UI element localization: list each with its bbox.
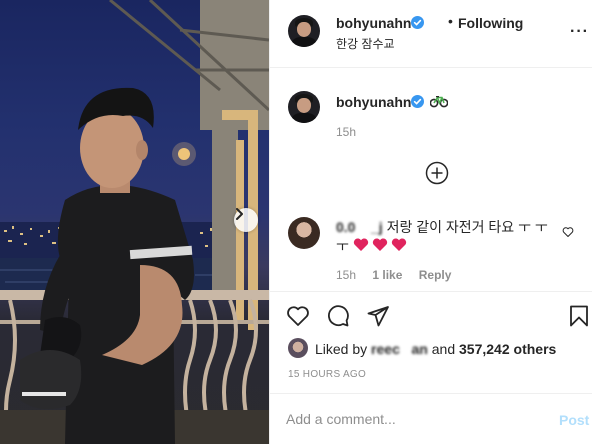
post-button[interactable]: Post: [559, 412, 589, 428]
avatar[interactable]: [288, 15, 320, 47]
likes-count[interactable]: 357,242 others: [459, 341, 556, 357]
action-bar: Liked by reec an and 357,242 others: [270, 291, 592, 371]
following-button[interactable]: Following: [458, 15, 523, 31]
verified-badge-icon: [411, 95, 424, 108]
photo-scene: [0, 0, 269, 444]
caption-avatar[interactable]: [288, 91, 320, 123]
liked-by-and: and: [427, 341, 460, 357]
commenter-username[interactable]: 0.0 _j: [336, 219, 383, 235]
red-heart-emoji: [353, 238, 406, 251]
comment-meta: 15h 1 like Reply: [336, 268, 464, 282]
liked-by-text: Liked by reec an and 357,242 others: [315, 341, 556, 357]
reply-button[interactable]: Reply: [419, 268, 452, 282]
commenter-avatar[interactable]: [288, 217, 320, 249]
verified-badge-icon: [411, 16, 424, 29]
post-header: bohyunahn • Following 한강 잠수교 ···: [270, 0, 592, 68]
caption-time[interactable]: 15h: [336, 125, 356, 139]
comment-time[interactable]: 15h: [336, 268, 356, 282]
post-photo[interactable]: [0, 0, 269, 444]
comment-heart-icon[interactable]: [562, 226, 574, 238]
location-link[interactable]: 한강 잠수교: [336, 35, 395, 52]
comment-icon[interactable]: [326, 304, 350, 328]
ellipsis-icon[interactable]: ···: [570, 23, 589, 41]
next-photo-button[interactable]: [234, 208, 258, 232]
liked-by-prefix: Liked by: [315, 341, 372, 357]
bicycle-icon: [430, 96, 448, 108]
separator-dot: •: [448, 13, 453, 29]
caption-username[interactable]: bohyunahn: [336, 94, 411, 110]
comment-text: 0.0 _j 저랑 같이 자전거 타요 ㅜ ㅜㅜ: [336, 218, 550, 256]
comment-input[interactable]: [286, 411, 526, 427]
header-username[interactable]: bohyunahn: [336, 15, 411, 31]
post-date[interactable]: 15 HOURS AGO: [288, 369, 366, 380]
comment-likes[interactable]: 1 like: [372, 268, 402, 282]
heart-icon[interactable]: [286, 304, 310, 328]
post-side-panel: bohyunahn • Following 한강 잠수교 ··· bohyuna…: [269, 0, 592, 444]
plus-circle-icon[interactable]: [425, 161, 449, 185]
liked-by-avatar[interactable]: [288, 338, 308, 358]
comment-box: Post: [270, 393, 592, 444]
paper-plane-icon[interactable]: [366, 304, 390, 328]
chevron-right-icon: [236, 208, 243, 220]
bookmark-icon[interactable]: [567, 304, 591, 328]
liked-by-user[interactable]: reec an: [371, 341, 428, 357]
